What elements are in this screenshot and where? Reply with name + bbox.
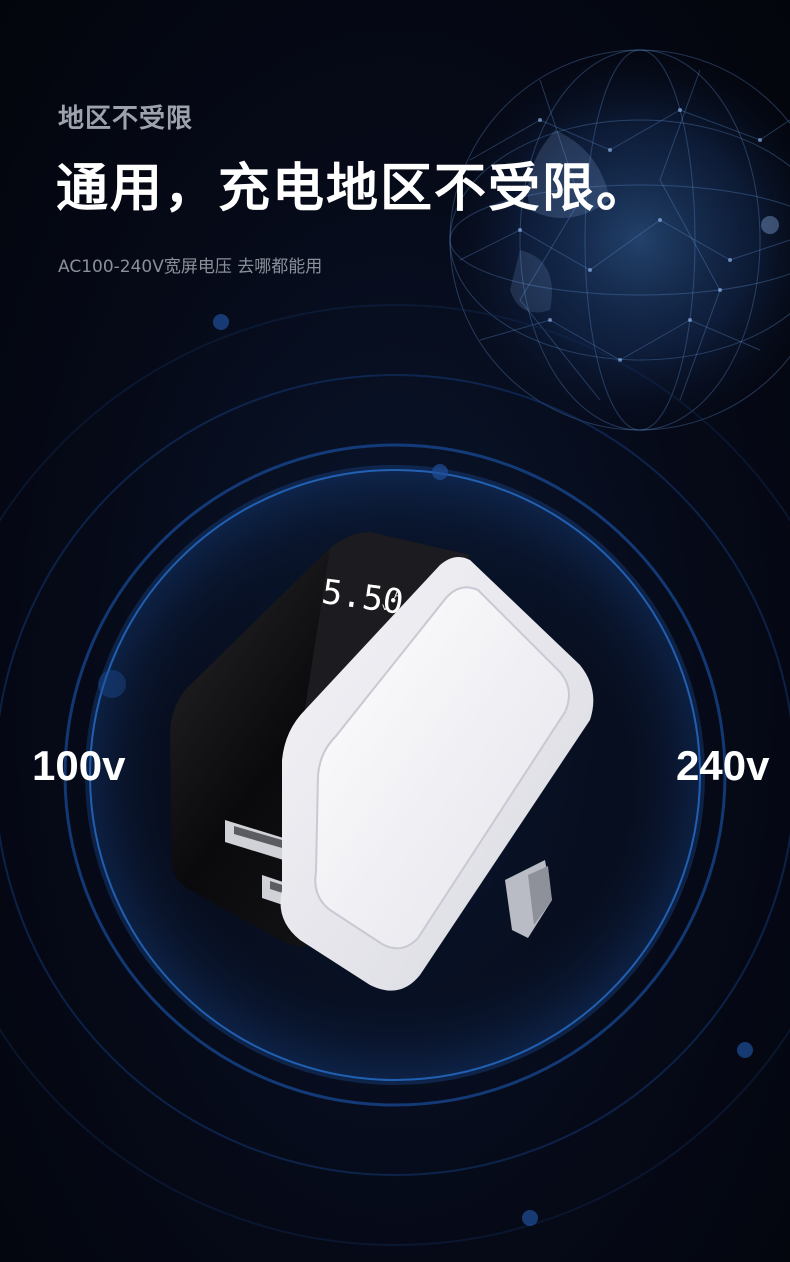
svg-text:v: v <box>382 602 388 613</box>
globe-graphic <box>449 49 790 431</box>
page: 5.50 A v 地区不受限 通用，充电地区不受限。 AC100-240V宽屏电… <box>0 0 790 1262</box>
page-subtitle: AC100-240V宽屏电压 去哪都能用 <box>58 257 323 277</box>
voltage-max-label: 240v <box>676 742 770 789</box>
page-title: 通用，充电地区不受限。 <box>56 159 651 219</box>
voltage-min-label: 100v <box>32 742 126 789</box>
svg-text:A: A <box>394 590 401 601</box>
section-eyebrow: 地区不受限 <box>58 104 194 134</box>
